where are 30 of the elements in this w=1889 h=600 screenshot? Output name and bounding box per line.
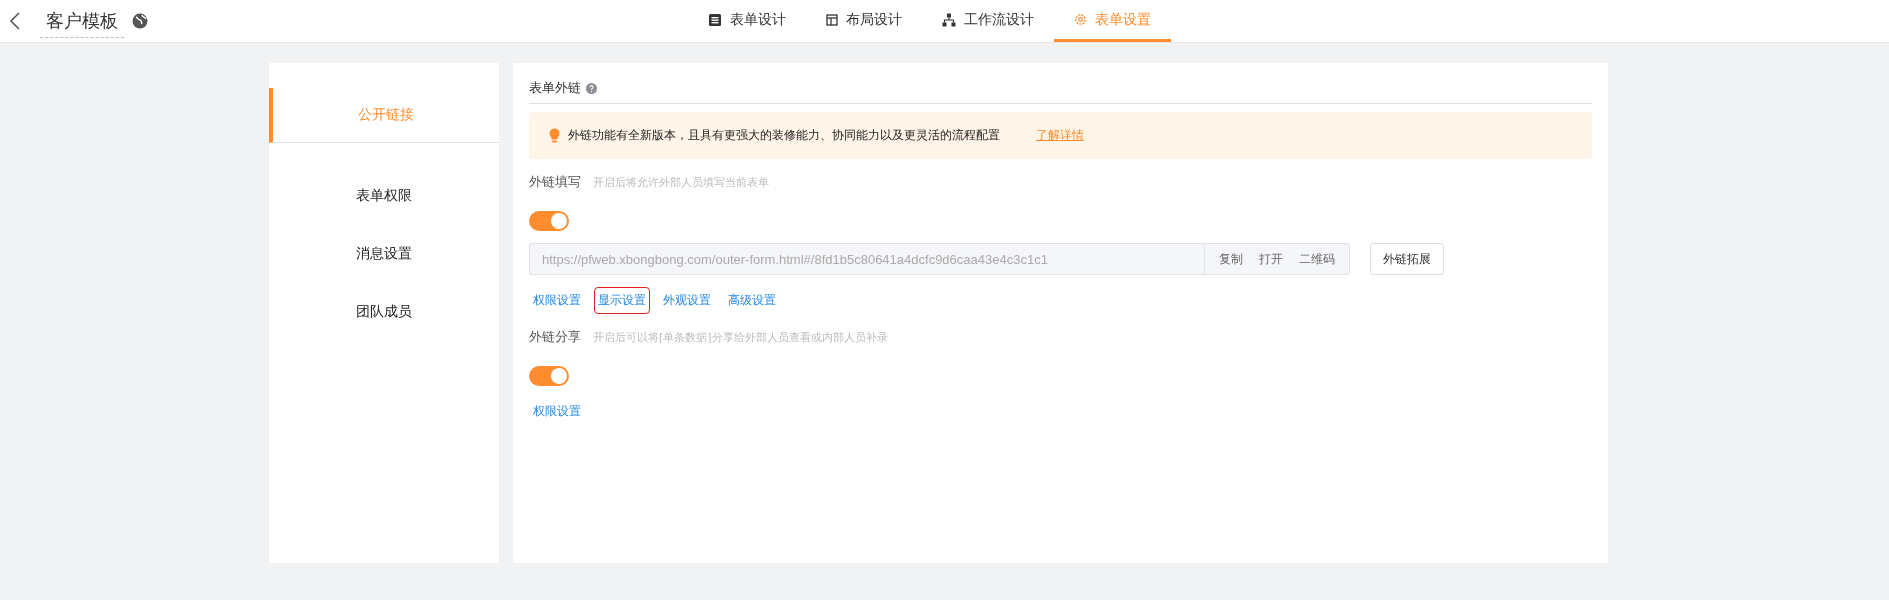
hierarchy-icon: [942, 12, 956, 27]
nav-tab[interactable]: 表单设计: [688, 0, 806, 42]
section-title: 表单外链: [529, 79, 581, 97]
settings-link[interactable]: 显示设置: [594, 287, 650, 314]
section-hint: 开启后将允许外部人员填写当前表单: [593, 175, 769, 190]
sidebar-item[interactable]: 团队成员: [269, 283, 499, 341]
link-action[interactable]: 二维码: [1299, 250, 1335, 268]
link-action[interactable]: 打开: [1259, 250, 1283, 268]
form-icon: [708, 12, 722, 27]
settings-link[interactable]: 外观设置: [659, 287, 715, 314]
toggle-switch[interactable]: [529, 366, 569, 386]
nav-tab[interactable]: 布局设计: [806, 0, 922, 42]
settings-link[interactable]: 权限设置: [529, 398, 585, 425]
notice-text: 外链功能有全新版本，且具有更强大的装修能力、协同能力以及更灵活的流程配置: [568, 127, 1000, 144]
layout-icon: [826, 13, 838, 26]
page-title: 客户模板: [40, 8, 124, 38]
globe-icon[interactable]: [132, 13, 148, 29]
link-action[interactable]: 复制: [1219, 250, 1243, 268]
section-label: 外链分享: [529, 328, 581, 346]
settings-link[interactable]: 权限设置: [529, 287, 585, 314]
sidebar-item[interactable]: 表单权限: [269, 167, 499, 225]
nav-tab[interactable]: 工作流设计: [922, 0, 1054, 42]
help-icon[interactable]: [586, 82, 597, 94]
lightbulb-icon: [549, 128, 560, 143]
extension-button[interactable]: 外链拓展: [1370, 243, 1444, 275]
section-label: 外链填写: [529, 173, 581, 191]
toggle-switch[interactable]: [529, 211, 569, 231]
sidebar-item[interactable]: 消息设置: [269, 225, 499, 283]
settings-icon: [1074, 13, 1087, 26]
settings-link[interactable]: 高级设置: [724, 287, 780, 314]
